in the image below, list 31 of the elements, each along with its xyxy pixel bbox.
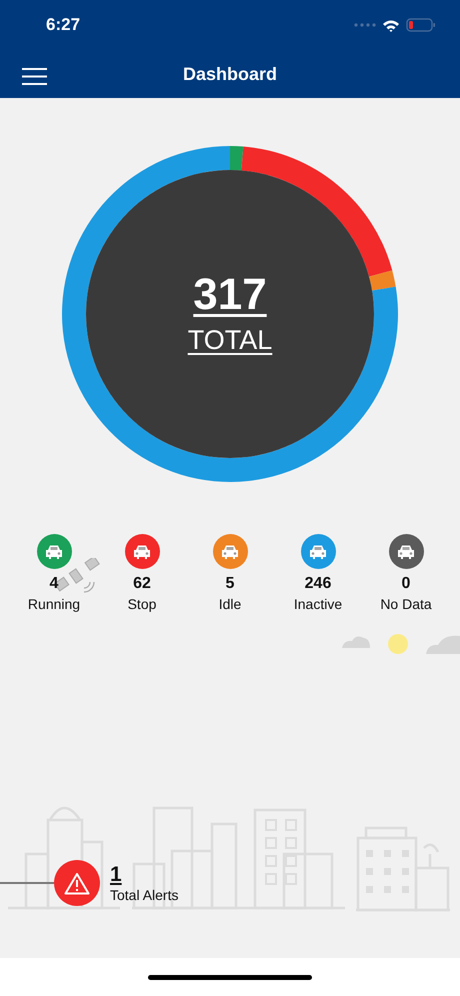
signal-icon <box>354 23 376 27</box>
status-time: 6:27 <box>46 15 80 35</box>
total-label: TOTAL <box>188 324 272 356</box>
battery-icon <box>406 18 436 32</box>
status-count: 62 <box>133 575 151 593</box>
warning-icon <box>64 872 90 894</box>
alert-label: Total Alerts <box>110 887 178 903</box>
status-badge[interactable] <box>388 534 424 569</box>
car-icon <box>396 544 416 560</box>
status-label: Running <box>28 596 80 612</box>
alert-count: 1 <box>110 863 122 887</box>
status-badge[interactable] <box>124 534 160 569</box>
status-label: No Data <box>380 596 432 612</box>
status-badge[interactable] <box>300 534 336 569</box>
screen-title: Dashboard <box>182 64 278 84</box>
status-count: 4 <box>50 575 58 593</box>
car-icon <box>220 544 240 560</box>
status-label: Inactive <box>294 596 342 612</box>
alert-badge[interactable] <box>54 860 100 906</box>
status-label: Stop <box>128 596 156 612</box>
wifi-icon <box>382 18 400 32</box>
menu-icon[interactable] <box>22 68 47 85</box>
status-count: 246 <box>304 575 332 593</box>
status-count: 5 <box>226 575 234 593</box>
status-badge[interactable] <box>36 534 72 569</box>
total-count: 317 <box>193 272 267 316</box>
car-icon <box>308 544 328 560</box>
status-label: Idle <box>218 596 242 612</box>
car-icon <box>44 544 64 560</box>
status-count: 0 <box>402 575 410 593</box>
car-icon <box>132 544 152 560</box>
